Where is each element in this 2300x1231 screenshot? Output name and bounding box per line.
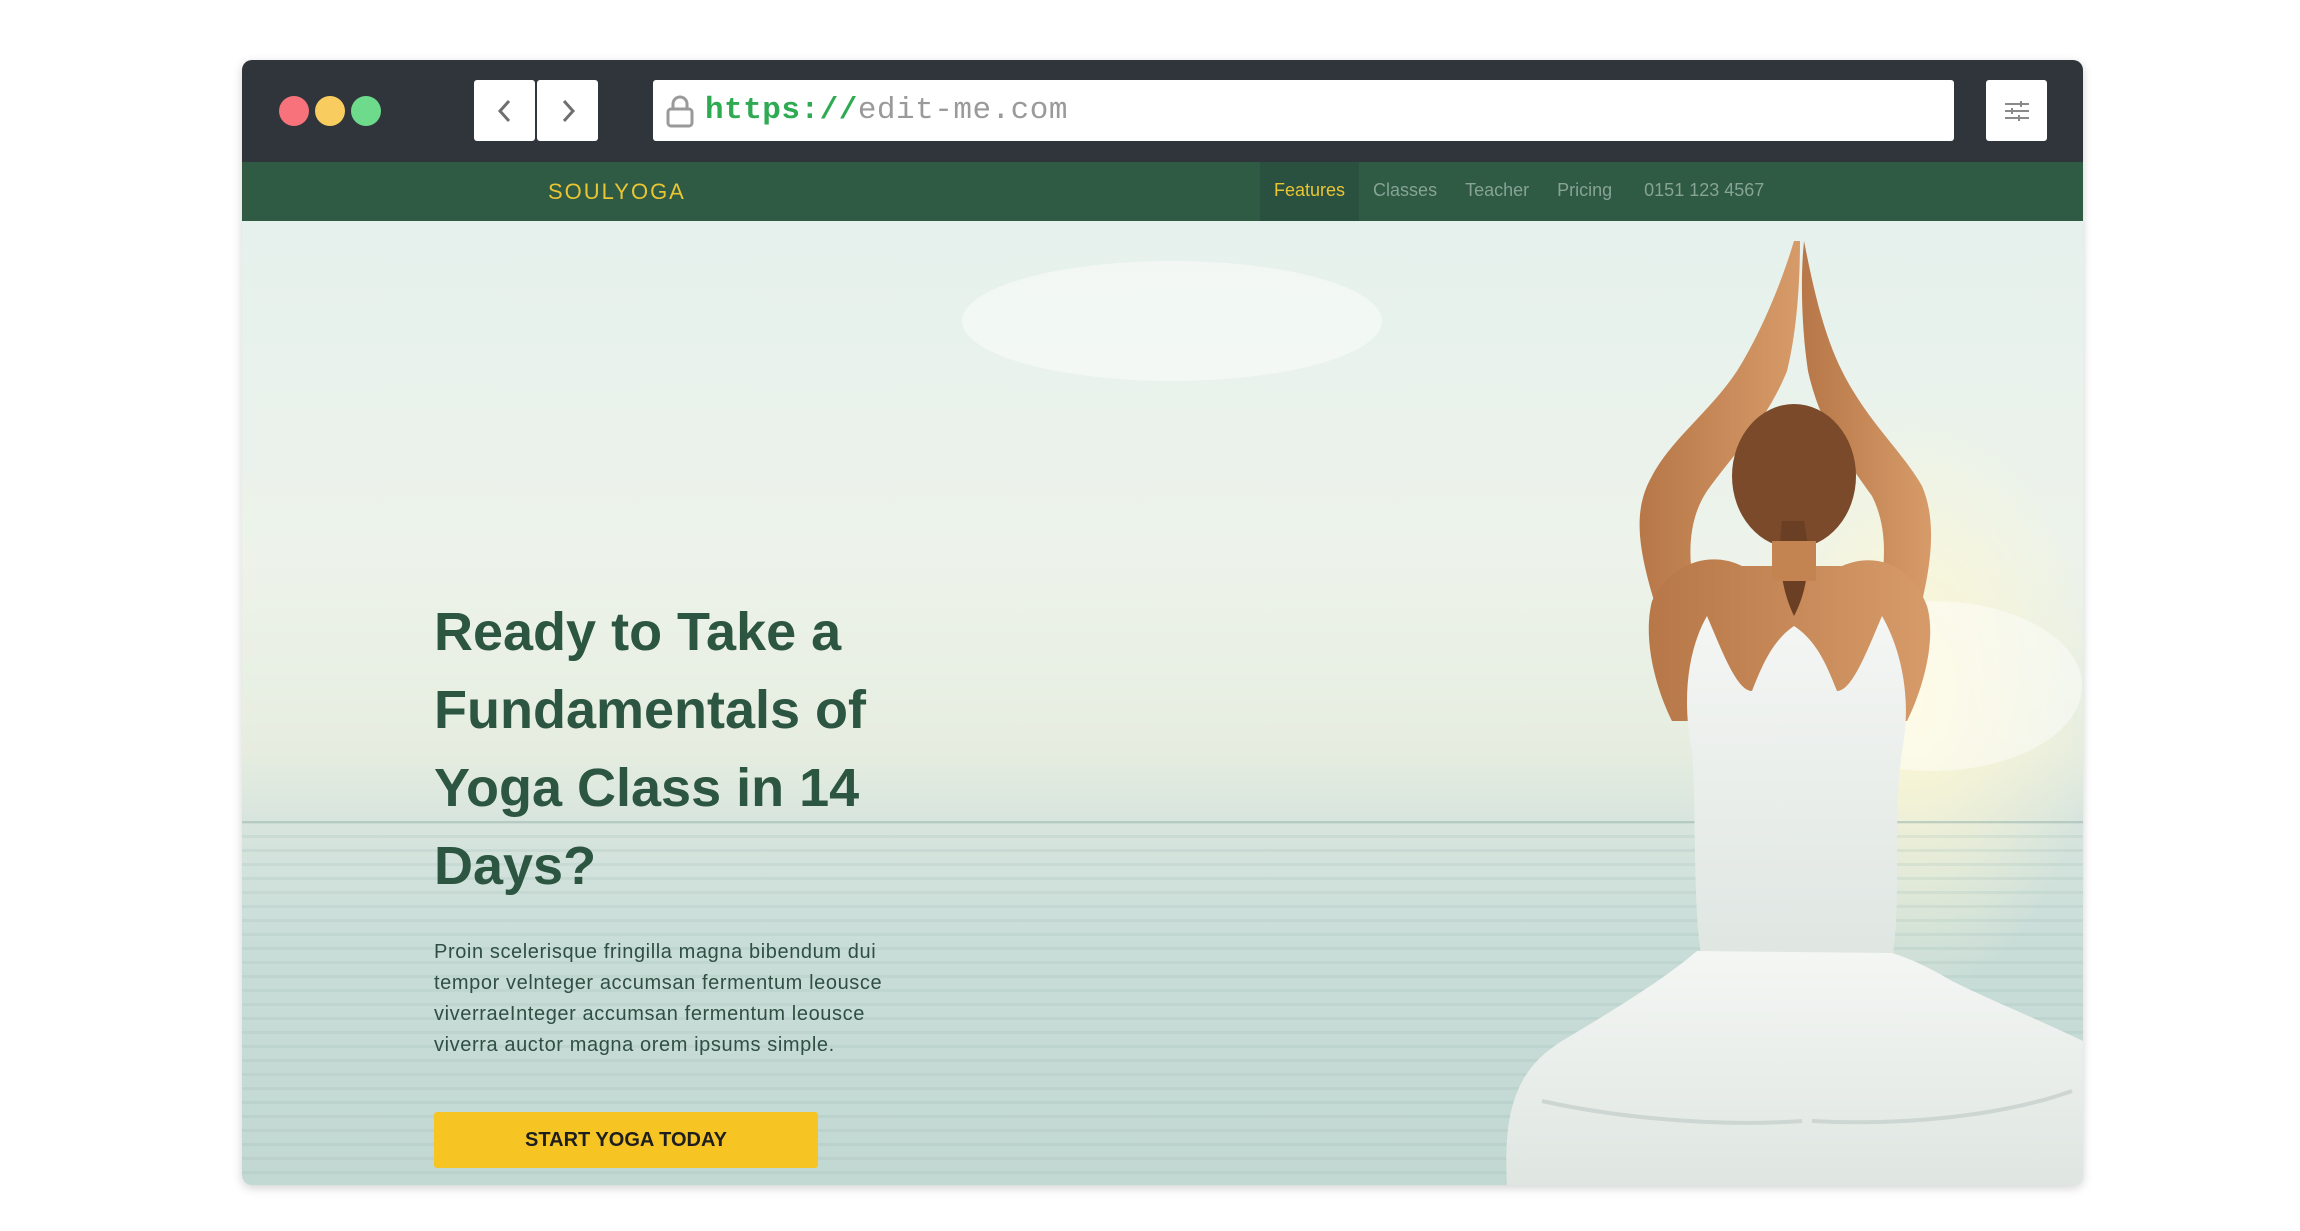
hero-paragraph: Proin scelerisque fringilla magna bibend… [434, 937, 934, 1061]
browser-chrome: https://edit-me.com [242, 60, 2083, 162]
hero-headline-line: Days? [434, 836, 597, 896]
nav-item-phone[interactable]: 0151 123 4567 [1626, 162, 1778, 221]
hero-headline-line: Fundamentals of [434, 680, 867, 740]
hero-paragraph-line: tempor velnteger accumsan fermentum leou… [434, 972, 883, 994]
back-button[interactable] [474, 80, 535, 141]
chevron-left-icon [497, 99, 510, 122]
yoga-woman-image [1506, 241, 2083, 1185]
site-navbar: SOULYOGA Features Classes Teacher Pricin… [242, 162, 2083, 221]
url-protocol: https:// [705, 93, 858, 128]
sliders-icon [2004, 100, 2029, 121]
site-logo[interactable]: SOULYOGA [548, 162, 686, 221]
nav-item-teacher[interactable]: Teacher [1451, 162, 1543, 221]
nav-item-features[interactable]: Features [1260, 162, 1360, 221]
nav-item-pricing[interactable]: Pricing [1543, 162, 1626, 221]
hero-paragraph-line: viverra auctor magna orem ipsums simple. [434, 1034, 835, 1056]
site-menu: Features Classes Teacher Pricing 0151 12… [1260, 162, 1778, 221]
chevron-right-icon [562, 99, 575, 122]
settings-button[interactable] [1986, 80, 2047, 141]
hero-paragraph-line: Proin scelerisque fringilla magna bibend… [434, 941, 877, 963]
close-window-button[interactable] [279, 96, 309, 126]
url-host: edit-me.com [857, 93, 1068, 128]
cloud-shape [962, 261, 1382, 381]
hero-paragraph-line: viverraeInteger accumsan fermentum leous… [434, 1003, 865, 1025]
start-yoga-button[interactable]: START YOGA TODAY [434, 1112, 818, 1168]
browser-window: https://edit-me.com SOULYOGA Features Cl… [242, 60, 2083, 1185]
url-text: https://edit-me.com [705, 93, 1068, 128]
nav-item-classes[interactable]: Classes [1359, 162, 1451, 221]
hero-section: Ready to Take a Fundamentals of Yoga Cla… [242, 221, 2083, 1185]
minimize-window-button[interactable] [315, 96, 345, 126]
hero-headline-line: Ready to Take a [434, 602, 842, 662]
hero-headline: Ready to Take a Fundamentals of Yoga Cla… [434, 593, 954, 905]
lock-icon [666, 95, 694, 127]
maximize-window-button[interactable] [351, 96, 381, 126]
address-bar[interactable]: https://edit-me.com [653, 80, 1954, 141]
hero-headline-line: Yoga Class in 14 [434, 758, 860, 818]
forward-button[interactable] [537, 80, 598, 141]
